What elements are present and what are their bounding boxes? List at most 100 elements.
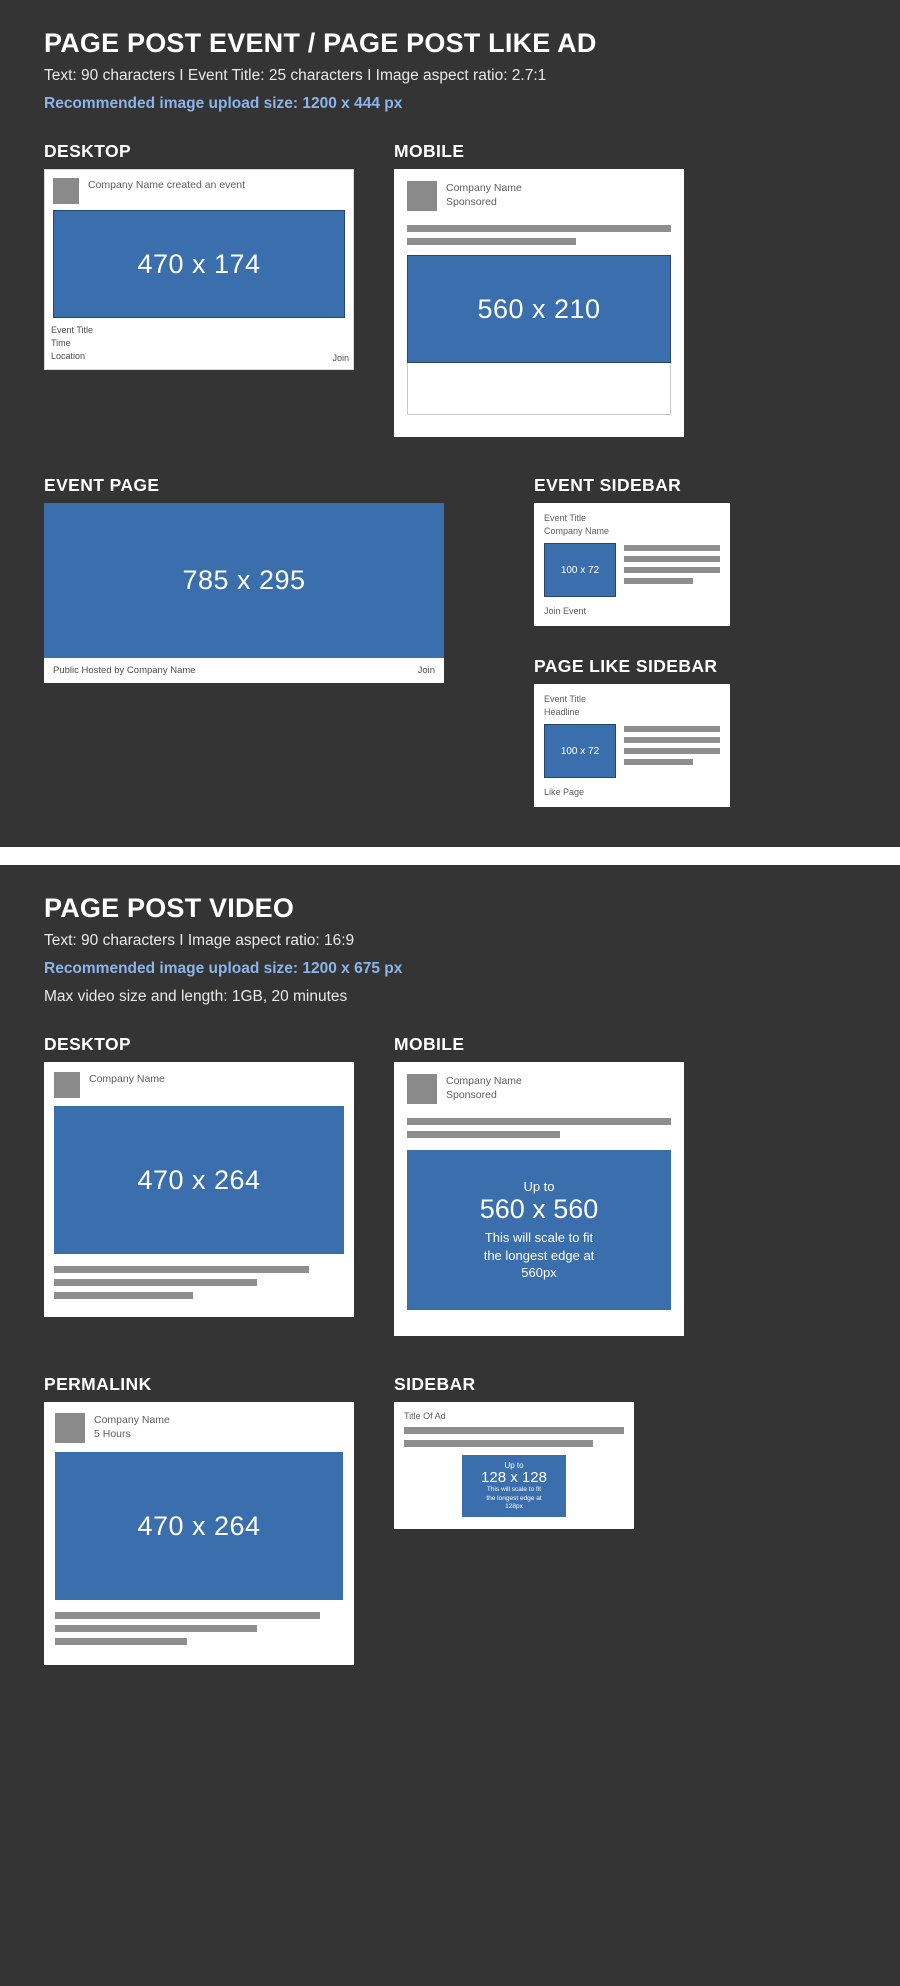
scale-note-line-3: 128px (505, 1503, 523, 1511)
event-location: Location (51, 351, 86, 362)
text-placeholder-bar (624, 567, 720, 574)
text-placeholder-bar (624, 748, 720, 755)
mobile-video-mockup: Company Name Sponsored Up to 560 x 560 T… (394, 1062, 684, 1337)
sidebar-video-mockup: Title Of Ad Up to 128 x 128 This will sc… (394, 1402, 634, 1530)
image-dimension-label: 470 x 174 (137, 248, 261, 279)
text-placeholder-bar (407, 238, 576, 246)
infographic-page: PAGE POST EVENT / PAGE POST LIKE AD Text… (0, 0, 900, 1706)
caption-area (407, 363, 671, 416)
recommended-size-text: Recommended image upload size: 1200 x 44… (44, 95, 403, 113)
text-placeholder-bar (624, 578, 694, 585)
text-placeholder-bar (624, 759, 694, 766)
spec-text: Text: 90 characters I Event Title: 25 ch… (44, 67, 547, 85)
video-limits-text: Max video size and length: 1GB, 20 minut… (44, 988, 348, 1006)
text-placeholder-bar (55, 1612, 320, 1620)
text-placeholder-bar (404, 1440, 594, 1448)
poster-name: Company Name (446, 1075, 522, 1088)
desktop-ad-mockup: Company Name created an event 470 x 174 … (44, 169, 354, 371)
spec-text: Text: 90 characters I Image aspect ratio… (44, 932, 355, 950)
desktop-block: DESKTOP Company Name created an event 47… (44, 141, 354, 371)
desktop-video-mockup: Company Name 470 x 264 (44, 1062, 354, 1318)
image-dimension-label: 560 x 560 (479, 1193, 599, 1224)
event-page-block: EVENT PAGE 785 x 295 Public Hosted by Co… (44, 475, 444, 684)
avatar (55, 1413, 85, 1444)
scale-note-line-1: This will scale to fit (484, 1230, 594, 1246)
scale-note-line-2: the longest edge at (486, 1494, 542, 1502)
desktop-label: DESKTOP (44, 141, 132, 162)
join-button[interactable]: Join (418, 665, 435, 676)
mobile-block: MOBILE Company Name Sponsored (394, 1034, 684, 1337)
event-title: Event Title (544, 694, 587, 705)
image-dimension-label: 128 x 128 (481, 1468, 547, 1486)
event-page-label: EVENT PAGE (44, 475, 160, 496)
headline: Headline (544, 707, 580, 718)
event-title: Event Title (51, 325, 94, 336)
sponsored-label: Sponsored (446, 196, 497, 209)
event-page-mockup: 785 x 295 Public Hosted by Company Name … (44, 503, 444, 684)
text-placeholder-bar (54, 1279, 257, 1287)
join-event-cta[interactable]: Join Event (544, 606, 720, 616)
scale-note-line-1: This will scale to fit (486, 1486, 542, 1494)
sidebar-label: SIDEBAR (394, 1374, 476, 1395)
video-image-placeholder: Up to 560 x 560 This will scale to fit t… (407, 1150, 671, 1311)
video-thumbnail-placeholder: Up to 128 x 128 This will scale to fit t… (462, 1455, 566, 1518)
page-title: PAGE POST EVENT / PAGE POST LIKE AD (44, 28, 597, 58)
poster-name: Company Name (446, 182, 522, 195)
permalink-block: PERMALINK Company Name 5 Hours 470 x 264 (44, 1374, 354, 1666)
desktop-block: DESKTOP Company Name 470 x 264 (44, 1034, 354, 1318)
post-time: 5 Hours (94, 1428, 131, 1441)
event-sidebar-block: EVENT SIDEBAR Event Title Company Name 1… (534, 475, 730, 627)
ad-thumbnail-placeholder: 100 x 72 (544, 724, 616, 779)
ad-image-placeholder: 560 x 210 (407, 255, 671, 364)
company-name: Company Name (544, 526, 610, 537)
text-placeholder-bar (624, 556, 720, 563)
poster-name: Company Name created an event (88, 179, 246, 192)
avatar (53, 178, 79, 205)
join-button[interactable]: Join (332, 353, 349, 363)
poster-name: Company Name (89, 1073, 165, 1086)
image-dimension-label: 100 x 72 (560, 564, 600, 576)
text-placeholder-bar (624, 545, 720, 552)
event-details-footer: Event Title Time Location Join (45, 318, 353, 369)
ad-thumbnail-placeholder: 100 x 72 (544, 543, 616, 598)
scale-note-line-2: the longest edge at (483, 1247, 595, 1263)
up-to-label: Up to (523, 1178, 555, 1194)
mobile-label: MOBILE (394, 141, 465, 162)
image-dimension-label: 785 x 295 (182, 565, 306, 596)
page-title: PAGE POST VIDEO (44, 893, 295, 924)
section-page-post-video: PAGE POST VIDEO Text: 90 characters I Im… (0, 865, 900, 1706)
image-dimension-label: 560 x 210 (477, 293, 601, 324)
permalink-label: PERMALINK (44, 1374, 152, 1395)
text-placeholder-bar (407, 1118, 671, 1126)
recommended-size-text: Recommended image upload size: 1200 x 67… (44, 960, 403, 978)
desktop-label: DESKTOP (44, 1034, 132, 1055)
mobile-label: MOBILE (394, 1034, 465, 1055)
text-placeholder-bar (407, 1131, 561, 1139)
event-sidebar-mockup: Event Title Company Name 100 x 72 Join E… (534, 503, 730, 627)
text-placeholder-bar (55, 1638, 188, 1646)
sidebar-column: EVENT SIDEBAR Event Title Company Name 1… (534, 475, 730, 808)
text-placeholder-bar (54, 1266, 310, 1274)
text-placeholder-bar (624, 737, 720, 744)
video-image-placeholder: 470 x 264 (54, 1106, 344, 1255)
video-image-placeholder: 470 x 264 (55, 1452, 343, 1601)
image-dimension-label: 470 x 264 (137, 1164, 261, 1195)
text-placeholder-bar (54, 1292, 194, 1300)
event-host-text: Public Hosted by Company Name (53, 665, 196, 677)
avatar (54, 1072, 80, 1099)
image-dimension-label: 100 x 72 (560, 745, 600, 757)
image-dimension-label: 470 x 264 (137, 1510, 261, 1541)
like-page-cta[interactable]: Like Page (544, 787, 720, 797)
event-title: Event Title (544, 513, 587, 524)
section-divider (0, 847, 900, 866)
page-like-sidebar-mockup: Event Title Headline 100 x 72 Like Page (534, 684, 730, 808)
text-placeholder-bar (55, 1625, 257, 1633)
event-sidebar-label: EVENT SIDEBAR (534, 475, 682, 496)
mobile-block: MOBILE Company Name Sponsored (394, 141, 684, 438)
sidebar-block: SIDEBAR Title Of Ad Up to 128 x 128 This… (394, 1374, 684, 1530)
text-placeholder-bar (407, 225, 671, 233)
ad-title: Title Of Ad (404, 1411, 446, 1422)
page-like-sidebar-block: PAGE LIKE SIDEBAR Event Title Headline 1… (534, 656, 730, 808)
page-like-sidebar-label: PAGE LIKE SIDEBAR (534, 656, 718, 677)
avatar (407, 1074, 437, 1105)
